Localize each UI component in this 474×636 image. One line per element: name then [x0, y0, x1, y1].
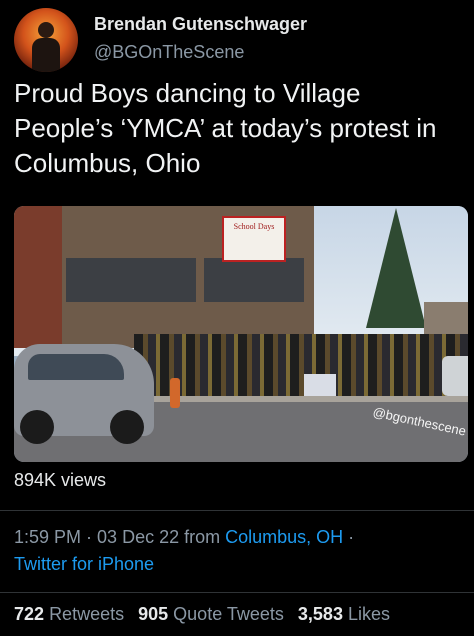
media-car [442, 356, 468, 396]
display-name[interactable]: Brendan Gutenschwager [94, 14, 307, 35]
tweet-date[interactable]: 03 Dec 22 [97, 527, 179, 547]
media-building: School Days [14, 206, 314, 348]
media-car-wheel [110, 410, 144, 444]
media-sign-text: School Days [233, 222, 275, 231]
media-car-wheel [20, 410, 54, 444]
avatar[interactable] [14, 8, 78, 72]
user-handle[interactable]: @BGOnTheScene [94, 42, 244, 63]
retweets-count: 722 [14, 604, 45, 624]
avatar-head [38, 22, 54, 38]
media-poster [304, 374, 336, 396]
quote-tweets-stat[interactable]: 905 Quote Tweets [138, 604, 298, 624]
likes-label: Likes [347, 604, 390, 624]
avatar-body [32, 38, 60, 72]
media-crowd [134, 334, 468, 396]
media-fire-hydrant [170, 378, 180, 408]
view-count: 894K views [14, 470, 107, 490]
divider [0, 592, 474, 593]
media-car [14, 344, 154, 444]
tweet-time[interactable]: 1:59 PM [14, 527, 81, 547]
media-brick-wall [14, 206, 62, 348]
quote-tweets-label: Quote Tweets [173, 604, 284, 624]
likes-stat[interactable]: 3,583 Likes [298, 604, 404, 624]
from-label: from [179, 527, 226, 547]
tweet-source-link[interactable]: Twitter for iPhone [14, 554, 154, 574]
retweets-label: Retweets [49, 604, 125, 624]
tweet-location-link[interactable]: Columbus, OH [225, 527, 343, 547]
tweet-media-image[interactable]: School Days @bgonthescene [14, 206, 468, 462]
engagement-stats: 722 Retweets 905 Quote Tweets 3,583 Likes [14, 604, 404, 625]
separator: · [81, 527, 98, 547]
quote-tweets-count: 905 [138, 604, 169, 624]
media-store-sign: School Days [222, 216, 286, 262]
media-awning [66, 258, 196, 302]
media-awning [204, 258, 304, 302]
divider [0, 510, 474, 511]
retweets-stat[interactable]: 722 Retweets [14, 604, 138, 624]
tweet-header: Brendan Gutenschwager @BGOnTheScene [14, 8, 460, 72]
separator: · [343, 527, 355, 547]
media-house [424, 302, 468, 336]
tweet-meta: 1:59 PM · 03 Dec 22 from Columbus, OH · … [14, 524, 464, 578]
tweet-text: Proud Boys dancing to Village People’s ‘… [14, 78, 437, 178]
media-car-window [28, 354, 124, 380]
likes-count: 3,583 [297, 604, 343, 624]
